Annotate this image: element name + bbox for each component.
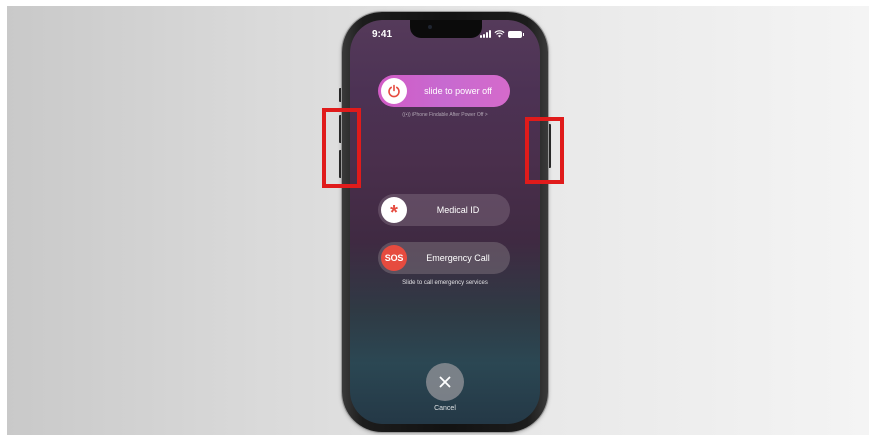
status-icons	[480, 30, 524, 38]
cancel-button[interactable]	[426, 363, 464, 401]
signal-icon	[480, 30, 491, 38]
medical-id-label: Medical ID	[436, 205, 480, 215]
wifi-icon	[494, 30, 505, 38]
status-time: 9:41	[372, 29, 393, 40]
emergency-call-label: Emergency Call	[426, 253, 490, 263]
power-icon	[388, 84, 400, 98]
cancel-label: Cancel	[434, 405, 456, 412]
emergency-hint-text: Slide to call emergency services	[402, 280, 488, 286]
battery-icon	[508, 30, 524, 38]
close-icon	[439, 376, 451, 388]
volume-buttons-highlight	[322, 108, 361, 188]
power-off-slider[interactable]: slide to power off	[378, 75, 510, 107]
power-off-screen: 9:41 slide to power off ((•)) iPhone Fin…	[350, 20, 540, 424]
asterisk-icon: *	[390, 202, 398, 224]
notch	[410, 20, 482, 38]
iphone-frame: 9:41 slide to power off ((•)) iPhone Fin…	[342, 12, 548, 432]
sos-icon: SOS	[384, 253, 404, 263]
medical-slider-knob[interactable]: *	[381, 197, 407, 223]
findable-after-power-off-link[interactable]: ((•)) iPhone Findable After Power Off >	[350, 112, 540, 118]
power-slider-knob[interactable]	[381, 78, 407, 104]
power-slider-label: slide to power off	[424, 86, 492, 96]
sos-slider-knob[interactable]: SOS	[381, 245, 407, 271]
camera-dot	[428, 25, 432, 29]
medical-id-slider[interactable]: * Medical ID	[378, 194, 510, 226]
emergency-call-slider[interactable]: SOS Emergency Call	[378, 242, 510, 274]
side-button-highlight	[525, 117, 564, 184]
